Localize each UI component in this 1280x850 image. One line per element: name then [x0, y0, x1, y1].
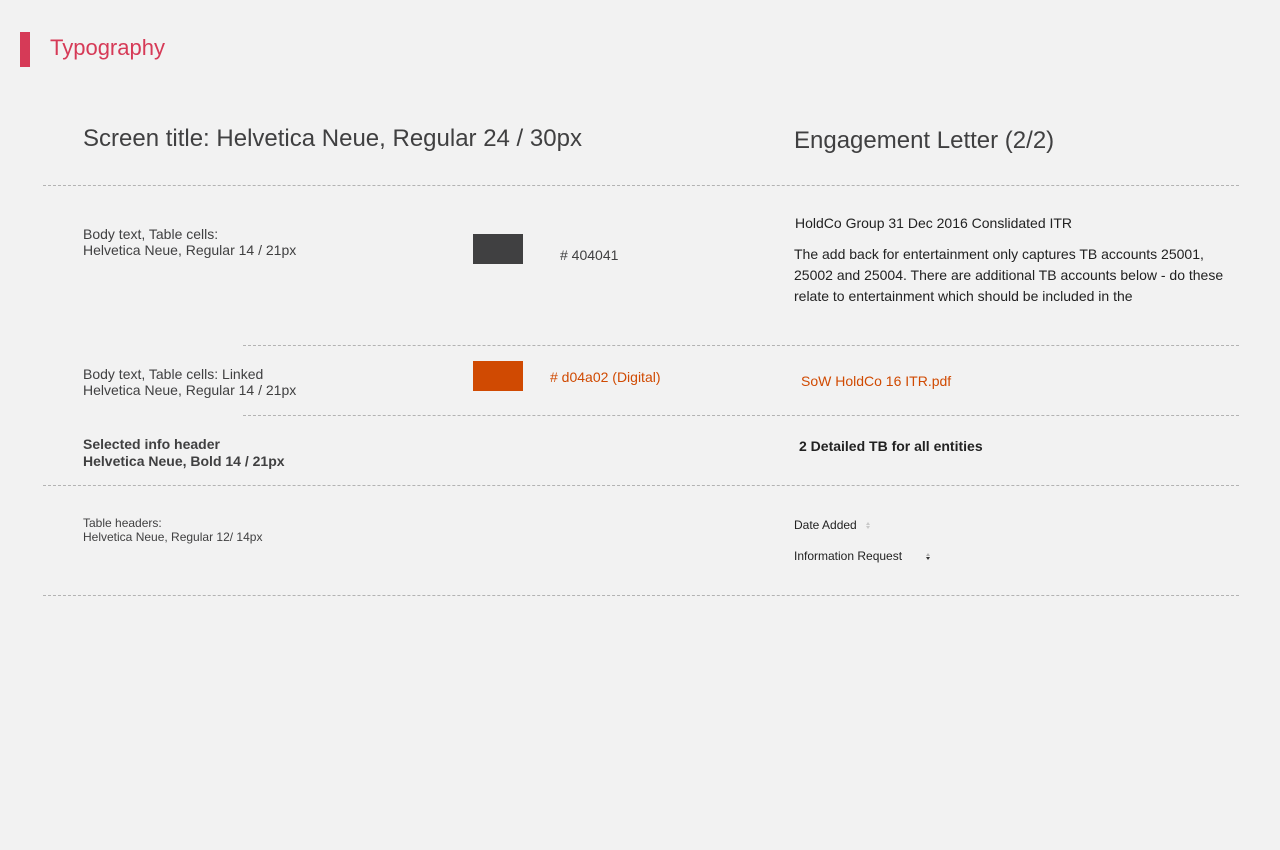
divider — [43, 595, 1239, 596]
linked-text-color-label: # d04a02 (Digital) — [550, 369, 661, 385]
body-text-example-paragraph: The add back for entertainment only capt… — [794, 246, 1224, 304]
screen-title-spec: Screen title: Helvetica Neue, Regular 24… — [83, 125, 582, 152]
section-title: Typography — [50, 35, 165, 60]
screen-title-example: Engagement Letter (2/2) — [794, 127, 1055, 154]
linked-file-link[interactable]: SoW HoldCo 16 ITR.pdf — [801, 372, 951, 390]
body-text-color-swatch — [473, 234, 523, 264]
selected-header-spec: Selected info header Helvetica Neue, Bol… — [83, 436, 285, 470]
sort-descending-icon[interactable] — [924, 550, 932, 562]
table-header-label: Date Added — [794, 518, 857, 532]
divider — [243, 345, 1239, 346]
linked-text-color-swatch — [473, 361, 523, 391]
table-headers-spec-line1: Table headers: — [83, 516, 162, 530]
linked-text-spec-line1: Body text, Table cells: Linked — [83, 366, 264, 382]
divider — [43, 185, 1239, 186]
body-text-color-label: # 404041 — [560, 247, 619, 263]
body-text-spec-line1: Body text, Table cells: — [83, 226, 219, 242]
table-headers-spec-line2: Helvetica Neue, Regular 12/ 14px — [83, 530, 263, 544]
table-header-date-added[interactable]: Date Added — [794, 518, 872, 532]
section-accent-bar — [20, 32, 30, 67]
linked-text-spec: Body text, Table cells: Linked Helvetica… — [83, 366, 296, 398]
selected-header-spec-line1: Selected info header — [83, 436, 220, 452]
divider — [243, 415, 1239, 416]
body-text-spec-line2: Helvetica Neue, Regular 14 / 21px — [83, 242, 297, 258]
table-header-label: Information Request — [794, 549, 903, 563]
selected-header-example: 2 Detailed TB for all entities — [799, 438, 983, 454]
body-text-example-title: HoldCo Group 31 Dec 2016 Conslidated ITR — [795, 215, 1073, 231]
table-header-information-request[interactable]: Information Request — [794, 549, 932, 563]
linked-text-spec-line2: Helvetica Neue, Regular 14 / 21px — [83, 382, 297, 398]
table-headers-spec: Table headers: Helvetica Neue, Regular 1… — [83, 516, 262, 544]
selected-header-spec-line2: Helvetica Neue, Bold 14 / 21px — [83, 453, 285, 469]
divider — [43, 485, 1239, 486]
sort-icon[interactable] — [864, 519, 872, 531]
body-text-spec: Body text, Table cells: Helvetica Neue, … — [83, 226, 296, 258]
